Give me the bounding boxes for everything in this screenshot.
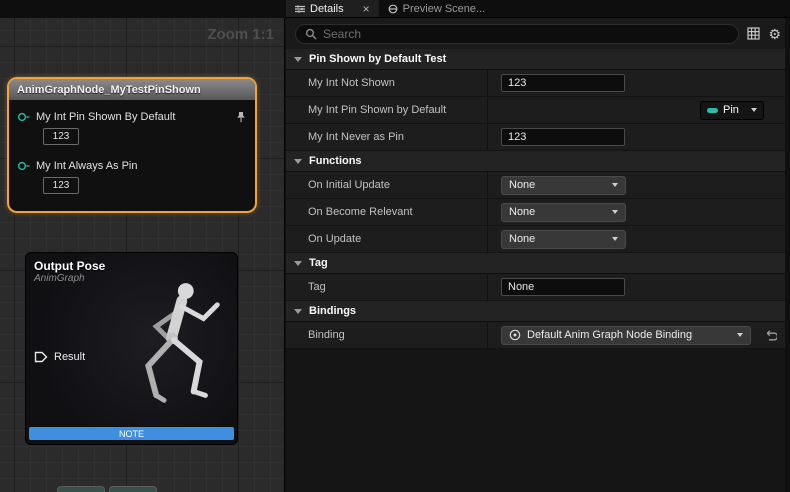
revert-arrow-icon[interactable] xyxy=(763,330,777,341)
node-title: Output Pose xyxy=(26,253,237,273)
property-label: My Int Pin Shown by Default xyxy=(286,97,488,123)
partial-node[interactable] xyxy=(109,486,157,492)
output-pose-node[interactable]: Output Pose AnimGraph Result NOTE xyxy=(25,252,238,445)
property-matrix-icon[interactable] xyxy=(747,27,760,40)
property-label: On Become Relevant xyxy=(286,199,488,225)
details-tab-icon xyxy=(295,4,305,14)
anim-graph-node-mytestpinshown[interactable]: AnimGraphNode_MyTestPinShown My Int Pin … xyxy=(7,77,257,213)
panel-tab-bar: Details × Preview Scene... xyxy=(286,0,790,18)
tab-preview-scene[interactable]: Preview Scene... xyxy=(379,0,495,17)
int-pin-icon[interactable] xyxy=(17,160,30,172)
pose-pin-icon[interactable] xyxy=(34,351,48,363)
chevron-down-icon xyxy=(751,108,757,112)
property-row-on-become-relevant: On Become Relevant None xyxy=(286,199,790,226)
close-icon[interactable]: × xyxy=(363,3,370,15)
pin-state-icon xyxy=(707,108,718,113)
on-update-dropdown[interactable]: None xyxy=(501,230,626,249)
pin-value-box[interactable]: 123 xyxy=(43,128,79,145)
property-label: On Initial Update xyxy=(286,172,488,198)
search-field[interactable] xyxy=(295,24,739,44)
property-row-binding: Binding Default Anim Graph Node Binding xyxy=(286,322,790,349)
node-title[interactable]: AnimGraphNode_MyTestPinShown xyxy=(9,79,255,100)
my-int-never-as-pin-input[interactable] xyxy=(501,128,625,146)
search-input[interactable] xyxy=(323,27,729,41)
property-row-on-update: On Update None xyxy=(286,226,790,253)
pushpin-icon[interactable] xyxy=(235,111,247,124)
binding-icon xyxy=(509,329,521,341)
search-icon xyxy=(305,28,317,40)
anim-graph-canvas[interactable]: Zoom 1:1 AnimGraphNode_MyTestPinShown My… xyxy=(0,18,285,492)
section-bindings[interactable]: Bindings xyxy=(286,301,790,322)
on-become-relevant-dropdown[interactable]: None xyxy=(501,203,626,222)
pin-label: My Int Always As Pin xyxy=(36,160,137,172)
section-functions[interactable]: Functions xyxy=(286,151,790,172)
chevron-down-icon xyxy=(612,183,618,187)
partial-node[interactable] xyxy=(57,486,105,492)
chevron-down-icon xyxy=(294,57,302,62)
pin-row: My Int Always As Pin xyxy=(17,158,247,174)
tab-details[interactable]: Details × xyxy=(286,0,379,17)
scrollbar[interactable] xyxy=(785,18,790,492)
tag-input[interactable] xyxy=(501,278,625,296)
chevron-down-icon xyxy=(737,333,743,337)
settings-gear-icon[interactable]: ⚙ xyxy=(768,27,781,41)
section-tag[interactable]: Tag xyxy=(286,253,790,274)
result-pin-label: Result xyxy=(54,351,85,363)
pin-row: My Int Pin Shown By Default xyxy=(17,109,247,125)
note-bar[interactable]: NOTE xyxy=(29,427,234,440)
node-body: My Int Pin Shown By Default 123 My Int A… xyxy=(9,100,255,213)
search-bar: ⚙ xyxy=(286,18,790,49)
property-row-tag: Tag xyxy=(286,274,790,301)
int-pin-icon[interactable] xyxy=(17,111,30,123)
property-label: Tag xyxy=(286,274,488,300)
property-row-my-int-never-as-pin: My Int Never as Pin xyxy=(286,124,790,151)
tab-label: Details xyxy=(310,3,344,15)
chevron-down-icon xyxy=(294,159,302,164)
on-initial-update-dropdown[interactable]: None xyxy=(501,176,626,195)
chevron-down-icon xyxy=(612,237,618,241)
result-pin-row[interactable]: Result xyxy=(34,351,85,363)
property-label: Binding xyxy=(286,322,488,348)
property-label: My Int Not Shown xyxy=(286,70,488,96)
preview-scene-tab-icon xyxy=(388,4,398,14)
pin-value-box[interactable]: 123 xyxy=(43,177,79,194)
pin-visibility-button[interactable]: Pin xyxy=(700,101,764,120)
chevron-down-icon xyxy=(294,309,302,314)
property-row-on-initial-update: On Initial Update None xyxy=(286,172,790,199)
pin-label: My Int Pin Shown By Default xyxy=(36,111,175,123)
property-label: On Update xyxy=(286,226,488,252)
property-row-my-int-not-shown: My Int Not Shown xyxy=(286,70,790,97)
details-panel: Details × Preview Scene... ⚙ xyxy=(286,0,790,492)
section-pin-shown-by-default-test[interactable]: Pin Shown by Default Test xyxy=(286,49,790,70)
binding-dropdown[interactable]: Default Anim Graph Node Binding xyxy=(501,326,751,345)
property-row-my-int-pin-shown-by-default: My Int Pin Shown by Default Pin xyxy=(286,97,790,124)
chevron-down-icon xyxy=(294,261,302,266)
mannequin-figure xyxy=(107,275,235,435)
property-label: My Int Never as Pin xyxy=(286,124,488,150)
my-int-not-shown-input[interactable] xyxy=(501,74,625,92)
chevron-down-icon xyxy=(612,210,618,214)
tab-label: Preview Scene... xyxy=(403,3,486,15)
unreal-editor-window: Zoom 1:1 AnimGraphNode_MyTestPinShown My… xyxy=(0,0,790,492)
zoom-level-label: Zoom 1:1 xyxy=(207,26,274,43)
